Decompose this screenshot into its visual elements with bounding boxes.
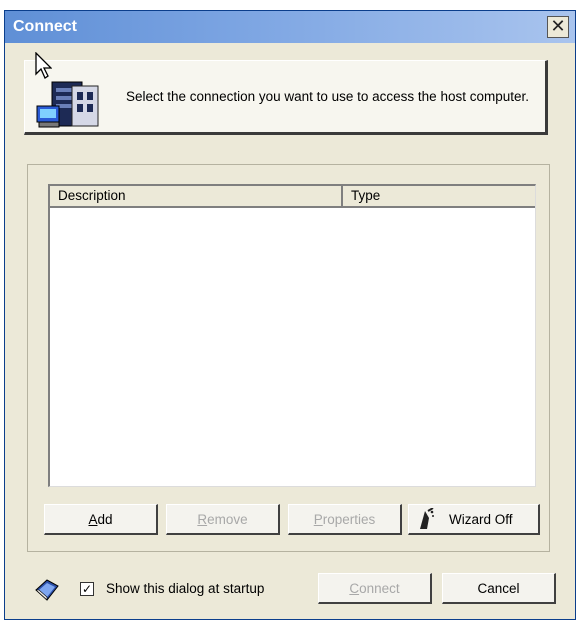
column-header-description[interactable]: Description: [50, 186, 343, 206]
properties-label: roperties: [322, 511, 376, 527]
remove-label: emove: [207, 511, 248, 527]
wizard-off-button[interactable]: Wizard Off: [408, 504, 540, 535]
remove-button[interactable]: Remove: [166, 504, 280, 535]
connect-button[interactable]: Connect: [318, 573, 432, 604]
show-at-startup-label[interactable]: Show this dialog at startup: [106, 581, 264, 596]
wizard-label: Wizard Off: [449, 511, 513, 527]
title-bar[interactable]: Connect ✕: [5, 11, 575, 43]
header-message: Select the connection you want to use to…: [126, 89, 529, 104]
show-at-startup-checkbox[interactable]: ✓: [80, 582, 94, 596]
connect-label: onnect: [359, 580, 400, 596]
properties-accel: P: [313, 511, 323, 527]
connection-list[interactable]: Description Type: [48, 184, 536, 487]
close-button[interactable]: ✕: [547, 16, 569, 38]
cancel-button[interactable]: Cancel: [442, 573, 556, 604]
window-title: Connect: [13, 18, 77, 35]
add-label: dd: [97, 511, 113, 527]
add-button[interactable]: Add: [44, 504, 158, 535]
close-icon: ✕: [550, 16, 566, 37]
remove-accel: R: [197, 511, 208, 527]
properties-button[interactable]: Properties: [288, 504, 402, 535]
column-header-type[interactable]: Type: [343, 186, 536, 206]
wizard-icon: [420, 508, 434, 529]
help-book-icon[interactable]: [34, 578, 60, 602]
computer-network-icon: [36, 81, 99, 128]
list-header: Description Type: [50, 186, 535, 208]
connect-accel: C: [349, 580, 360, 596]
add-accel: A: [88, 511, 98, 527]
mouse-cursor-icon: [35, 52, 52, 79]
